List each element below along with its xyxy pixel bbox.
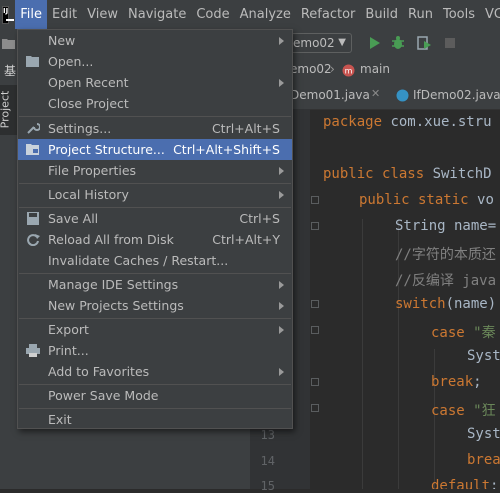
menu-item-new-projects-settings[interactable]: New Projects Settings	[18, 295, 292, 316]
menu-item-open[interactable]: Open...	[18, 51, 292, 72]
menu-item-exit[interactable]: Exit	[18, 409, 292, 430]
chevron-right-icon: ›	[330, 62, 335, 76]
code-line: break;	[431, 374, 482, 390]
submenu-arrow-icon	[279, 191, 284, 199]
menu-item-local-history[interactable]: Local History	[18, 184, 292, 205]
java-class-icon	[396, 89, 409, 102]
menu-code[interactable]: Code	[191, 0, 234, 29]
project-tab-label: Project	[0, 90, 12, 129]
menu-separator	[19, 116, 291, 117]
code-line: default:	[431, 478, 499, 489]
code-editor[interactable]: package com.xue.stru public class Switch…	[310, 109, 500, 489]
submenu-arrow-icon	[279, 167, 284, 175]
run-icon[interactable]	[366, 35, 382, 51]
menu-refactor[interactable]: Refactor	[296, 0, 361, 29]
save-icon	[27, 212, 39, 225]
code-line: public static vo	[359, 192, 494, 208]
chevron-down-icon: ▼	[338, 37, 346, 48]
menu-item-new[interactable]: New	[18, 30, 292, 51]
tab-ifdemo02[interactable]: IfDemo02.java	[413, 88, 500, 102]
code-line: public class SwitchD	[323, 166, 492, 182]
file-menu-dropdown: New Open... Open Recent Close Project Se…	[17, 29, 293, 429]
tab-demo01[interactable]: Demo01.java	[290, 88, 370, 102]
code-line: switch(name)	[395, 296, 497, 312]
menu-item-close-project[interactable]: Close Project	[18, 93, 292, 114]
line-number: 13	[260, 428, 275, 442]
menu-item-file-properties[interactable]: File Properties	[18, 160, 292, 181]
project-tree-text: 基	[4, 64, 17, 78]
submenu-arrow-icon	[279, 79, 284, 87]
print-icon	[26, 344, 40, 357]
menu-item-open-recent[interactable]: Open Recent	[18, 72, 292, 93]
folder-open-icon	[26, 56, 39, 67]
code-line: package com.xue.stru	[323, 114, 492, 130]
menu-item-project-structure[interactable]: Project Structure... Ctrl+Alt+Shift+S	[18, 139, 292, 160]
submenu-arrow-icon	[279, 37, 284, 45]
code-line: String name=	[395, 218, 497, 234]
menu-item-reload-all[interactable]: Reload All from Disk Ctrl+Alt+Y	[18, 229, 292, 250]
code-comment: //反编译 java	[395, 273, 497, 289]
code-comment: //字符的本质还	[395, 247, 496, 263]
code-line: Syst	[467, 426, 500, 442]
submenu-arrow-icon	[279, 368, 284, 376]
submenu-arrow-icon	[279, 326, 284, 334]
menu-file[interactable]: File	[15, 0, 47, 29]
menu-item-print[interactable]: Print...	[18, 340, 292, 361]
menu-item-invalidate-caches[interactable]: Invalidate Caches / Restart...	[18, 250, 292, 271]
menu-item-add-to-favorites[interactable]: Add to Favorites	[18, 361, 292, 382]
submenu-arrow-icon	[279, 281, 284, 289]
reload-icon	[27, 234, 40, 246]
menu-analyze[interactable]: Analyze	[235, 0, 296, 29]
breadcrumb-module[interactable]: emo02	[290, 62, 332, 76]
intellij-logo-icon: IJ	[2, 5, 15, 24]
menu-vcs[interactable]: VCS	[480, 0, 500, 29]
menu-item-power-save-mode[interactable]: Power Save Mode	[18, 385, 292, 406]
submenu-arrow-icon	[279, 302, 284, 310]
menu-run[interactable]: Run	[403, 0, 438, 29]
folder-icon	[2, 39, 15, 49]
line-number: 15	[260, 479, 275, 493]
run-config-label: emo02	[293, 36, 335, 50]
menu-item-export[interactable]: Export	[18, 319, 292, 340]
menu-navigate[interactable]: Navigate	[123, 0, 191, 29]
close-icon[interactable]: ✕	[371, 87, 380, 100]
breadcrumb-method[interactable]: main	[360, 62, 390, 76]
menu-item-manage-ide-settings[interactable]: Manage IDE Settings	[18, 274, 292, 295]
code-line: Syst	[467, 348, 500, 364]
debug-icon[interactable]	[390, 35, 406, 51]
svg-text:m: m	[345, 67, 353, 76]
project-tool-tab[interactable]: Project	[0, 85, 17, 135]
menu-item-save-all[interactable]: Save All Ctrl+S	[18, 208, 292, 229]
run-with-coverage-icon[interactable]	[416, 35, 432, 51]
line-number: 14	[260, 454, 275, 468]
code-line: brea	[467, 452, 500, 468]
wrench-icon	[27, 123, 40, 134]
stop-icon[interactable]	[442, 35, 458, 51]
menu-build[interactable]: Build	[360, 0, 403, 29]
method-icon: m	[342, 64, 355, 77]
code-line: case "狂	[431, 403, 496, 419]
code-line: case "秦	[431, 325, 496, 341]
menu-tools[interactable]: Tools	[438, 0, 480, 29]
menubar: IJ File Edit View Navigate Code Analyze …	[0, 0, 500, 29]
indent-guide	[362, 219, 363, 489]
menu-view[interactable]: View	[82, 0, 123, 29]
menu-edit[interactable]: Edit	[47, 0, 82, 29]
project-structure-icon	[26, 144, 39, 155]
menu-item-settings[interactable]: Settings... Ctrl+Alt+S	[18, 118, 292, 139]
